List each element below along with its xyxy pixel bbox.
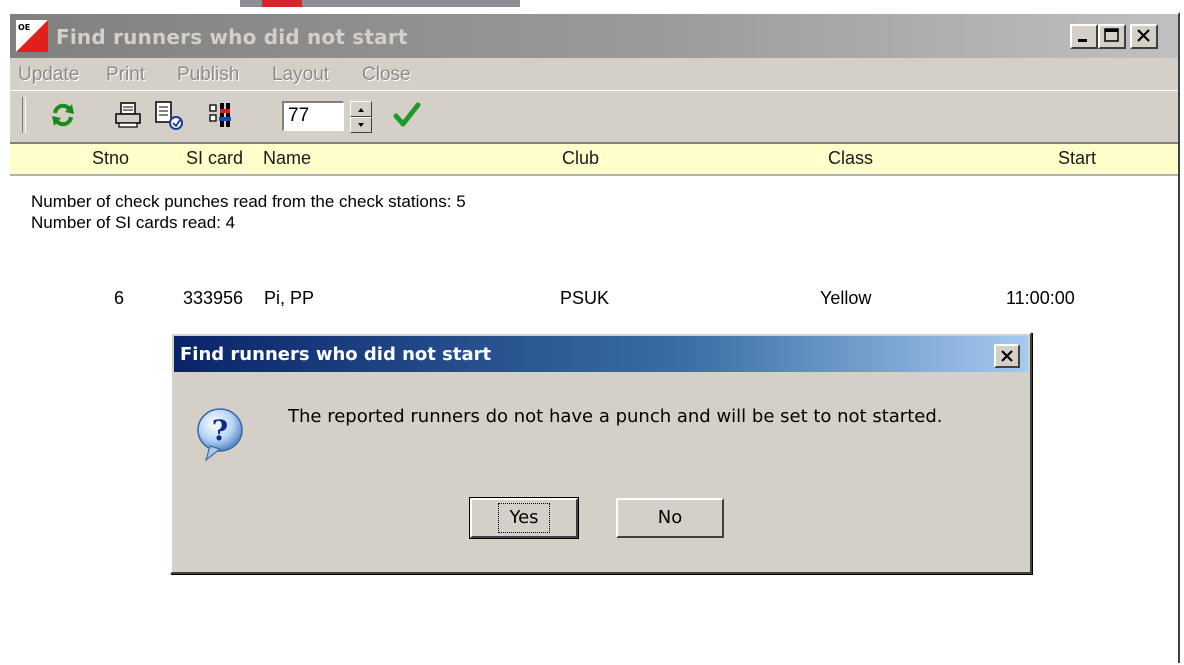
svg-text:OE: OE — [18, 23, 30, 32]
dialog-title: Find runners who did not start — [180, 344, 492, 365]
no-button-label: No — [657, 507, 683, 528]
ok-check-icon[interactable] — [390, 99, 424, 131]
menu-update[interactable]: Update — [18, 64, 79, 86]
toolbar-separator — [22, 97, 26, 133]
menu-print[interactable]: Print — [106, 64, 145, 86]
row-start: 11:00:00 — [1006, 288, 1075, 308]
row-club: PSUK — [560, 288, 610, 308]
menu-bar: Update Print Publish Layout Close — [10, 58, 1178, 90]
menu-close[interactable]: Close — [362, 64, 411, 86]
question-icon: ? — [197, 408, 243, 462]
dialog-message: The reported runners do not have a punch… — [288, 406, 943, 427]
spinner-up-button[interactable] — [350, 101, 372, 117]
row-class: Yellow — [820, 288, 872, 308]
refresh-icon[interactable] — [46, 99, 80, 131]
close-icon — [1137, 29, 1150, 42]
header-club[interactable]: Club — [562, 148, 599, 169]
publish-icon[interactable] — [152, 99, 186, 131]
number-spinner — [350, 101, 372, 133]
info-check-punches: Number of check punches read from the ch… — [31, 192, 466, 211]
layout-icon[interactable] — [206, 99, 240, 131]
header-si-card[interactable]: SI card — [186, 148, 243, 169]
background-icon — [262, 0, 302, 7]
header-class[interactable]: Class — [828, 148, 873, 169]
window-title: Find runners who did not start — [56, 25, 408, 49]
minimize-icon — [1078, 39, 1087, 42]
background-window-edge — [0, 0, 1184, 12]
svg-text:?: ? — [212, 414, 228, 447]
header-stno[interactable]: Stno — [92, 148, 129, 169]
spinner-down-button[interactable] — [350, 117, 372, 133]
row-si-card: 333956 — [183, 288, 244, 308]
info-si-cards: Number of SI cards read: 4 — [31, 213, 236, 232]
dialog-close-button[interactable] — [994, 344, 1020, 368]
header-start[interactable]: Start — [1058, 148, 1096, 169]
no-button[interactable]: No — [616, 498, 724, 538]
header-name[interactable]: Name — [263, 148, 311, 169]
spinner-up-icon — [358, 108, 364, 112]
yes-button[interactable]: Yes — [469, 497, 579, 539]
spinner-down-icon — [358, 123, 364, 127]
close-window-button[interactable] — [1130, 24, 1158, 49]
row-stno: 6 — [114, 288, 125, 308]
number-input[interactable]: 77 — [282, 101, 344, 131]
yes-button-label: Yes — [498, 503, 550, 533]
row-name: Pi, PP — [264, 288, 315, 308]
list-header: Stno SI card Name Club Class Start — [10, 144, 1178, 176]
app-logo-icon: OE — [16, 20, 48, 52]
maximize-button[interactable] — [1098, 24, 1126, 49]
toolbar: 77 — [10, 90, 1178, 139]
confirm-dialog: Find runners who did not start ? The rep… — [170, 332, 1032, 574]
menu-publish[interactable]: Publish — [177, 64, 239, 86]
print-icon[interactable] — [112, 99, 146, 131]
maximize-icon — [1104, 28, 1119, 42]
minimize-button[interactable] — [1070, 24, 1098, 49]
menu-layout[interactable]: Layout — [272, 64, 329, 86]
window-titlebar[interactable]: OE Find runners who did not start — [10, 14, 1178, 58]
dialog-titlebar[interactable]: Find runners who did not start — [174, 336, 1028, 372]
close-icon — [1001, 350, 1013, 362]
